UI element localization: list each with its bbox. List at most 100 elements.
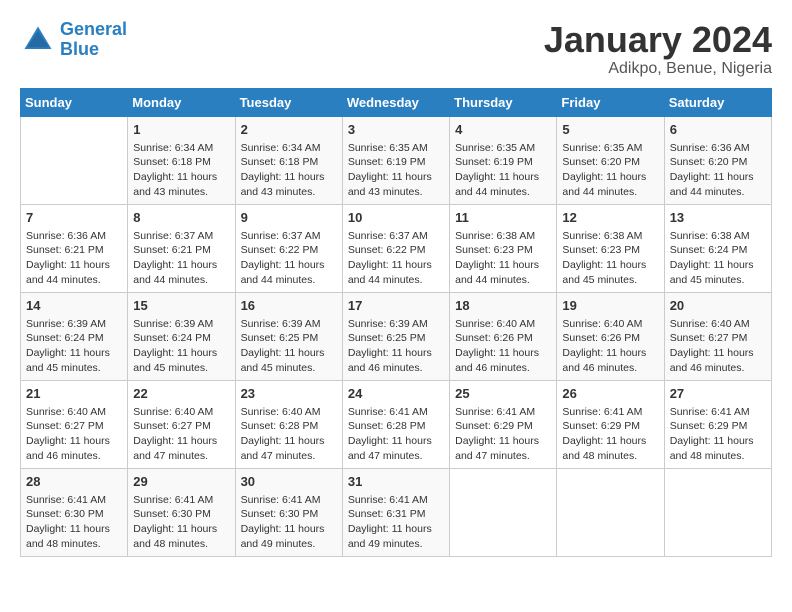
day-info: Sunrise: 6:41 AM Sunset: 6:29 PM Dayligh… xyxy=(670,405,766,464)
calendar-cell: 5Sunrise: 6:35 AM Sunset: 6:20 PM Daylig… xyxy=(557,116,664,204)
day-number: 25 xyxy=(455,385,551,403)
day-info: Sunrise: 6:41 AM Sunset: 6:28 PM Dayligh… xyxy=(348,405,444,464)
day-number: 26 xyxy=(562,385,658,403)
calendar-cell: 17 Sunrise: 6:39 AM Sunset: 6:25 PM Dayli… xyxy=(342,292,449,380)
calendar-cell xyxy=(557,468,664,556)
weekday-header: Monday xyxy=(128,88,235,116)
day-info: Sunrise: 6:41 AM Sunset: 6:30 PM Dayligh… xyxy=(26,493,122,552)
day-info: Sunrise: 6:34 AM Sunset: 6:18 PM Dayligh… xyxy=(133,141,229,200)
calendar-cell: 25Sunrise: 6:41 AM Sunset: 6:29 PM Dayli… xyxy=(450,380,557,468)
calendar-cell: 19 Sunrise: 6:40 AM Sunset: 6:26 PM Dayli… xyxy=(557,292,664,380)
day-info: Sunrise: 6:41 AM Sunset: 6:31 PM Dayligh… xyxy=(348,493,444,552)
day-number: 24 xyxy=(348,385,444,403)
calendar-cell: 20 Sunrise: 6:40 AM Sunset: 6:27 PM Dayli… xyxy=(664,292,771,380)
day-number: 29 xyxy=(133,473,229,491)
calendar-table: SundayMondayTuesdayWednesdayThursdayFrid… xyxy=(20,88,772,557)
month-title: January 2024 xyxy=(544,20,772,60)
day-number: 21 xyxy=(26,385,122,403)
day-number: 17 xyxy=(348,297,444,315)
calendar-week-row: 28 Sunrise: 6:41 AM Sunset: 6:30 PM Dayli… xyxy=(21,468,772,556)
calendar-cell xyxy=(450,468,557,556)
day-info: Sunrise: 6:36 AM Sunset: 6:21 PM Dayligh… xyxy=(26,229,122,288)
calendar-cell: 10 Sunrise: 6:37 AM Sunset: 6:22 PM Dayli… xyxy=(342,204,449,292)
calendar-week-row: 21 Sunrise: 6:40 AM Sunset: 6:27 PM Dayli… xyxy=(21,380,772,468)
day-number: 27 xyxy=(670,385,766,403)
day-info: Sunrise: 6:41 AM Sunset: 6:29 PM Dayligh… xyxy=(562,405,658,464)
calendar-cell: 8 Sunrise: 6:37 AM Sunset: 6:21 PM Daylig… xyxy=(128,204,235,292)
calendar-cell: 16 Sunrise: 6:39 AM Sunset: 6:25 PM Dayli… xyxy=(235,292,342,380)
day-info: Sunrise: 6:39 AM Sunset: 6:24 PM Dayligh… xyxy=(133,317,229,376)
day-number: 28 xyxy=(26,473,122,491)
calendar-cell: 1Sunrise: 6:34 AM Sunset: 6:18 PM Daylig… xyxy=(128,116,235,204)
day-info: Sunrise: 6:39 AM Sunset: 6:25 PM Dayligh… xyxy=(348,317,444,376)
day-info: Sunrise: 6:40 AM Sunset: 6:27 PM Dayligh… xyxy=(133,405,229,464)
day-number: 12 xyxy=(562,209,658,227)
weekday-header: Thursday xyxy=(450,88,557,116)
day-number: 23 xyxy=(241,385,337,403)
day-info: Sunrise: 6:40 AM Sunset: 6:27 PM Dayligh… xyxy=(26,405,122,464)
day-info: Sunrise: 6:35 AM Sunset: 6:19 PM Dayligh… xyxy=(455,141,551,200)
day-info: Sunrise: 6:35 AM Sunset: 6:20 PM Dayligh… xyxy=(562,141,658,200)
day-number: 22 xyxy=(133,385,229,403)
calendar-cell: 13 Sunrise: 6:38 AM Sunset: 6:24 PM Dayli… xyxy=(664,204,771,292)
day-number: 11 xyxy=(455,209,551,227)
calendar-cell: 9 Sunrise: 6:37 AM Sunset: 6:22 PM Daylig… xyxy=(235,204,342,292)
day-number: 19 xyxy=(562,297,658,315)
day-number: 15 xyxy=(133,297,229,315)
calendar-cell: 7 Sunrise: 6:36 AM Sunset: 6:21 PM Daylig… xyxy=(21,204,128,292)
calendar-cell: 6Sunrise: 6:36 AM Sunset: 6:20 PM Daylig… xyxy=(664,116,771,204)
day-number: 20 xyxy=(670,297,766,315)
day-info: Sunrise: 6:37 AM Sunset: 6:22 PM Dayligh… xyxy=(348,229,444,288)
logo-icon xyxy=(20,22,56,58)
calendar-cell: 15 Sunrise: 6:39 AM Sunset: 6:24 PM Dayli… xyxy=(128,292,235,380)
day-number: 2 xyxy=(241,121,337,139)
weekday-header: Friday xyxy=(557,88,664,116)
day-info: Sunrise: 6:40 AM Sunset: 6:26 PM Dayligh… xyxy=(455,317,551,376)
location-title: Adikpo, Benue, Nigeria xyxy=(544,60,772,78)
day-number: 31 xyxy=(348,473,444,491)
day-number: 9 xyxy=(241,209,337,227)
calendar-cell: 21 Sunrise: 6:40 AM Sunset: 6:27 PM Dayli… xyxy=(21,380,128,468)
day-info: Sunrise: 6:38 AM Sunset: 6:23 PM Dayligh… xyxy=(455,229,551,288)
day-info: Sunrise: 6:38 AM Sunset: 6:24 PM Dayligh… xyxy=(670,229,766,288)
day-info: Sunrise: 6:41 AM Sunset: 6:30 PM Dayligh… xyxy=(241,493,337,552)
calendar-cell: 31 Sunrise: 6:41 AM Sunset: 6:31 PM Dayli… xyxy=(342,468,449,556)
calendar-cell: 2Sunrise: 6:34 AM Sunset: 6:18 PM Daylig… xyxy=(235,116,342,204)
day-info: Sunrise: 6:37 AM Sunset: 6:21 PM Dayligh… xyxy=(133,229,229,288)
calendar-body: 1Sunrise: 6:34 AM Sunset: 6:18 PM Daylig… xyxy=(21,116,772,556)
day-info: Sunrise: 6:39 AM Sunset: 6:25 PM Dayligh… xyxy=(241,317,337,376)
day-info: Sunrise: 6:38 AM Sunset: 6:23 PM Dayligh… xyxy=(562,229,658,288)
calendar-cell xyxy=(664,468,771,556)
calendar-cell: 18 Sunrise: 6:40 AM Sunset: 6:26 PM Dayli… xyxy=(450,292,557,380)
day-number: 3 xyxy=(348,121,444,139)
logo: General Blue xyxy=(20,20,127,60)
page-header: General Blue January 2024 Adikpo, Benue,… xyxy=(20,20,772,78)
day-info: Sunrise: 6:36 AM Sunset: 6:20 PM Dayligh… xyxy=(670,141,766,200)
day-number: 7 xyxy=(26,209,122,227)
calendar-cell: 24 Sunrise: 6:41 AM Sunset: 6:28 PM Dayli… xyxy=(342,380,449,468)
calendar-header: SundayMondayTuesdayWednesdayThursdayFrid… xyxy=(21,88,772,116)
day-number: 18 xyxy=(455,297,551,315)
calendar-cell: 28 Sunrise: 6:41 AM Sunset: 6:30 PM Dayli… xyxy=(21,468,128,556)
calendar-cell: 12 Sunrise: 6:38 AM Sunset: 6:23 PM Dayli… xyxy=(557,204,664,292)
calendar-cell xyxy=(21,116,128,204)
weekday-header: Sunday xyxy=(21,88,128,116)
day-number: 10 xyxy=(348,209,444,227)
calendar-cell: 30Sunrise: 6:41 AM Sunset: 6:30 PM Dayli… xyxy=(235,468,342,556)
day-number: 4 xyxy=(455,121,551,139)
day-number: 13 xyxy=(670,209,766,227)
weekday-header: Saturday xyxy=(664,88,771,116)
day-number: 16 xyxy=(241,297,337,315)
day-info: Sunrise: 6:35 AM Sunset: 6:19 PM Dayligh… xyxy=(348,141,444,200)
day-info: Sunrise: 6:40 AM Sunset: 6:27 PM Dayligh… xyxy=(670,317,766,376)
weekday-header: Wednesday xyxy=(342,88,449,116)
day-info: Sunrise: 6:40 AM Sunset: 6:26 PM Dayligh… xyxy=(562,317,658,376)
day-number: 8 xyxy=(133,209,229,227)
logo-text: General Blue xyxy=(60,20,127,60)
calendar-week-row: 1Sunrise: 6:34 AM Sunset: 6:18 PM Daylig… xyxy=(21,116,772,204)
calendar-cell: 11 Sunrise: 6:38 AM Sunset: 6:23 PM Dayli… xyxy=(450,204,557,292)
day-info: Sunrise: 6:37 AM Sunset: 6:22 PM Dayligh… xyxy=(241,229,337,288)
weekday-header: Tuesday xyxy=(235,88,342,116)
calendar-cell: 27 Sunrise: 6:41 AM Sunset: 6:29 PM Dayli… xyxy=(664,380,771,468)
title-block: January 2024 Adikpo, Benue, Nigeria xyxy=(544,20,772,78)
